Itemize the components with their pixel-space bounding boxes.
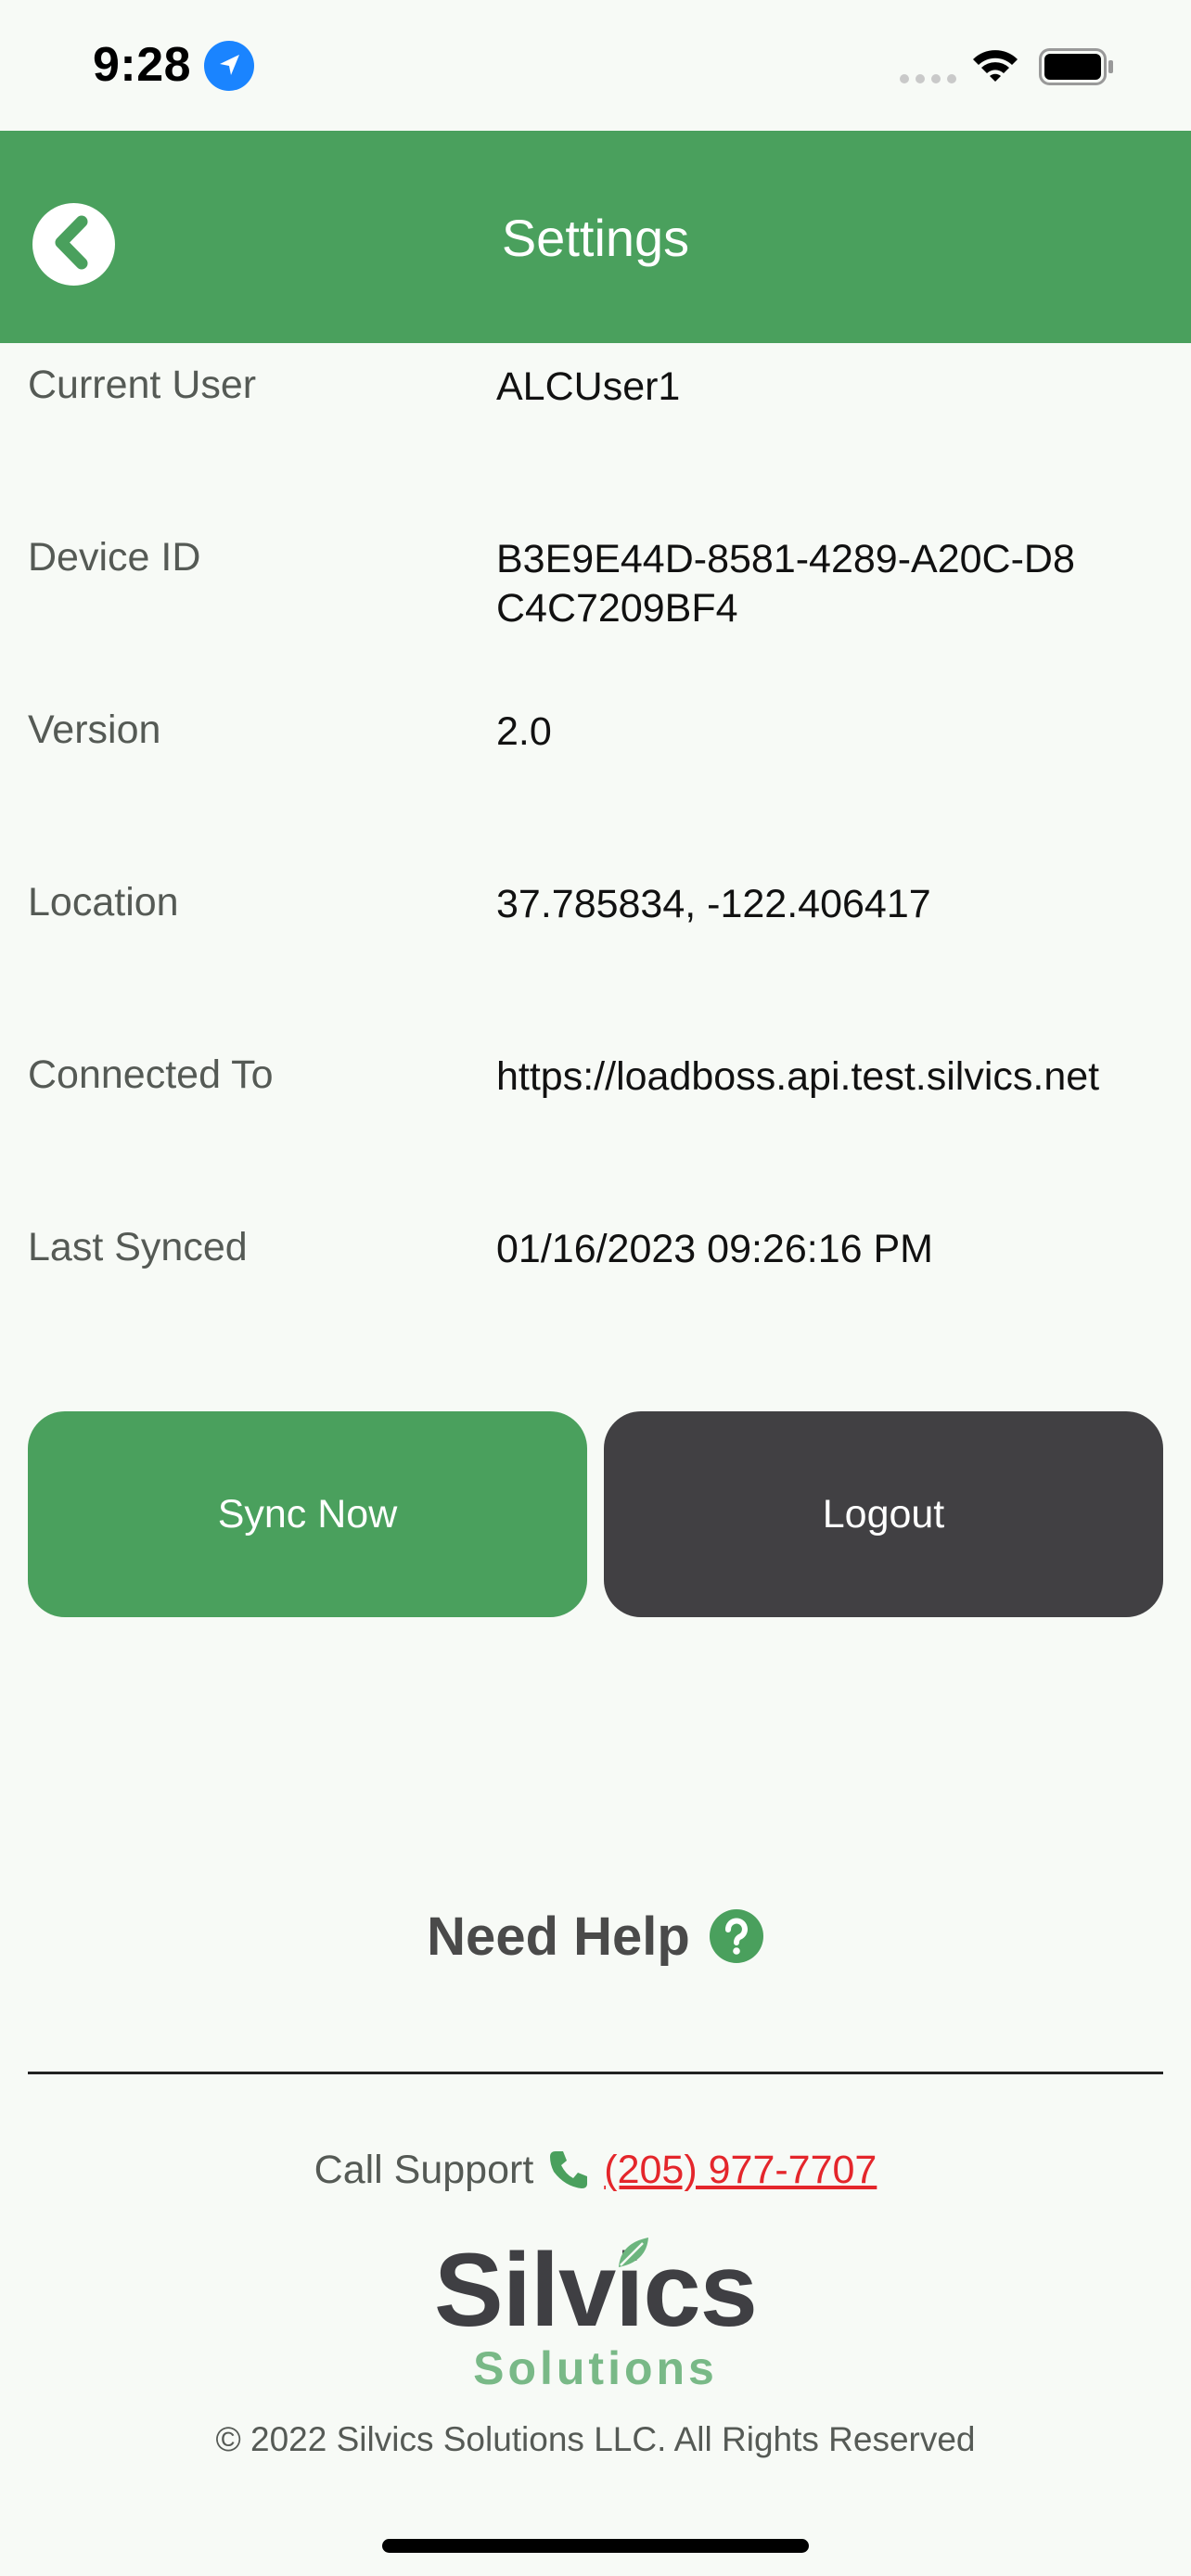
info-label: Device ID [28,535,201,580]
home-indicator[interactable] [382,2539,809,2553]
call-support-label: Call Support [314,2147,534,2192]
info-value: 2.0 [496,709,552,754]
question-circle-icon[interactable] [709,1908,764,1964]
need-help-section[interactable]: Need Help [0,1899,1191,1973]
support-phone-link[interactable]: (205) 977-7707 [604,2148,877,2193]
logo-primary-text: Silvics [434,2232,758,2348]
info-label: Connected To [28,1052,274,1097]
header-bar: Settings [0,131,1191,343]
location-arrow-icon [204,41,254,91]
info-value: B3E9E44D-8581-4289-A20C-D8C4C7209BF4 [496,537,1075,631]
info-label: Location [28,880,179,925]
battery-icon [1039,48,1115,85]
phone-icon [546,2148,591,2192]
logout-button[interactable]: Logout [604,1411,1163,1617]
info-value: 01/16/2023 09:26:16 PM [496,1227,933,1271]
info-value: https://loadboss.api.test.silvics.net [496,1054,1100,1099]
copyright-text: © 2022 Silvics Solutions LLC. All Rights… [215,2420,976,2458]
chevron-left-icon [32,201,115,288]
info-value: ALCUser1 [496,364,681,409]
call-support: Call Support (205) 977-7707 [0,2142,1191,2198]
info-label: Last Synced [28,1225,248,1269]
silvics-logo: Silvics Solutions [0,2230,1191,2397]
info-label: Version [28,708,161,752]
info-label: Current User [28,363,257,407]
need-help-title: Need Help [427,1906,690,1967]
page-title: Settings [501,209,690,267]
back-button[interactable] [32,203,115,286]
leaf-icon [615,2234,652,2271]
divider [28,2072,1163,2074]
sync-now-button[interactable]: Sync Now [28,1411,587,1617]
wifi-icon [971,46,1019,83]
info-value: 37.785834, -122.406417 [496,882,931,926]
signal-icon [900,74,957,83]
logo-secondary-text: Solutions [473,2342,718,2394]
status-bar: 9:28 [0,0,1191,131]
status-time: 9:28 [93,38,192,92]
